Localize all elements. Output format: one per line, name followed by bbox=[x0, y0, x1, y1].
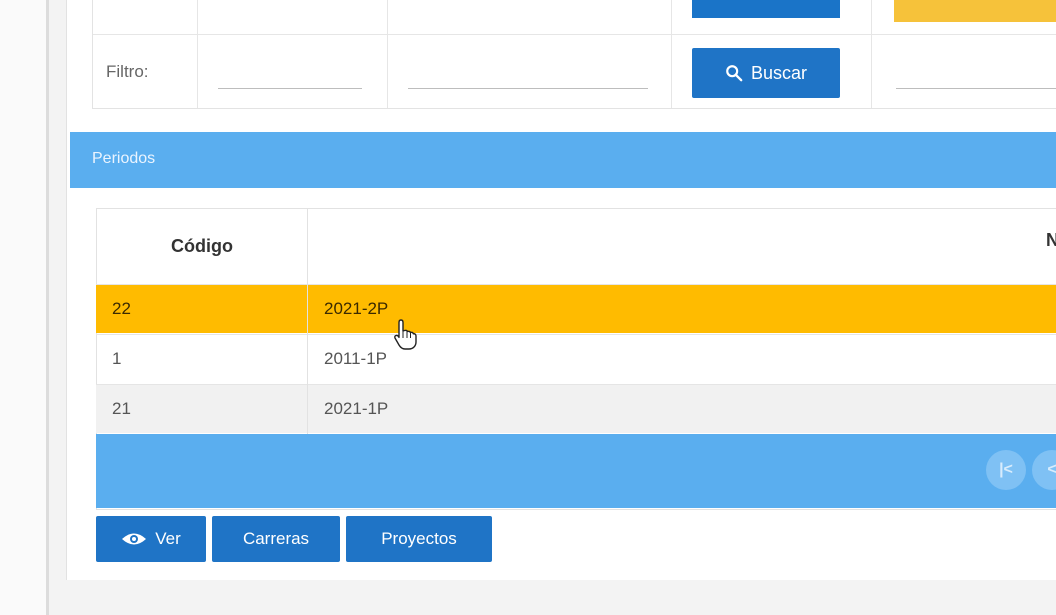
ver-button-label: Ver bbox=[155, 529, 181, 548]
table-row[interactable]: 22 2021-2P bbox=[96, 284, 1056, 333]
cell-code: 1 bbox=[112, 349, 122, 368]
filter-input-3[interactable] bbox=[896, 60, 1056, 89]
divider bbox=[671, 0, 672, 108]
periodos-title: Periodos bbox=[92, 150, 156, 167]
proyectos-button-label: Proyectos bbox=[381, 529, 457, 548]
first-page-button[interactable]: |< bbox=[986, 450, 1026, 490]
search-button[interactable]: Buscar bbox=[692, 48, 840, 98]
eye-icon bbox=[122, 533, 147, 545]
divider bbox=[387, 0, 388, 108]
proyectos-button[interactable]: Proyectos bbox=[346, 516, 492, 562]
table-row[interactable]: 21 2021-1P bbox=[96, 384, 1056, 433]
filter-label: Filtro: bbox=[106, 62, 149, 81]
periodos-header-bar bbox=[70, 132, 1056, 188]
search-icon bbox=[726, 65, 743, 82]
hand-cursor-icon bbox=[394, 319, 417, 350]
cell-code: 21 bbox=[112, 399, 131, 418]
left-border bbox=[46, 0, 49, 615]
filter-input-2[interactable] bbox=[408, 60, 648, 89]
top-yellow-button-partial[interactable] bbox=[894, 0, 1056, 22]
left-strip bbox=[0, 0, 48, 615]
cell-name: 2021-1P bbox=[324, 399, 389, 418]
paginator bbox=[96, 434, 1056, 508]
ver-button[interactable]: Ver bbox=[96, 516, 206, 562]
cell-code: 22 bbox=[112, 299, 131, 318]
filter-input-1[interactable] bbox=[218, 60, 362, 89]
search-button-label: Buscar bbox=[750, 62, 808, 83]
column-header-codigo[interactable]: Código bbox=[96, 208, 308, 284]
top-button-partial[interactable] bbox=[692, 0, 840, 18]
table-row[interactable]: 1 2011-1P bbox=[96, 334, 1056, 383]
column-divider bbox=[307, 208, 308, 434]
carreras-button-label: Carreras bbox=[242, 529, 310, 548]
divider bbox=[197, 0, 198, 108]
cell-name: 2011-1P bbox=[324, 349, 388, 368]
cell-name: 2021-2P bbox=[324, 299, 389, 318]
carreras-button[interactable]: Carreras bbox=[212, 516, 340, 562]
column-header-nombre[interactable]: N bbox=[1046, 230, 1056, 251]
divider bbox=[93, 34, 1056, 35]
divider bbox=[871, 0, 872, 108]
